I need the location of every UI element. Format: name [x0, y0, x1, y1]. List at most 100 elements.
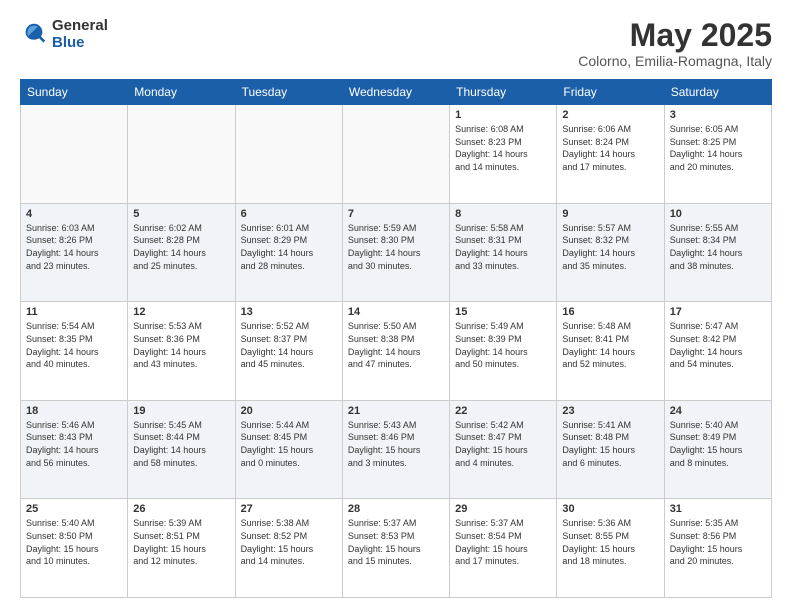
calendar-header-sunday: Sunday [21, 80, 128, 105]
calendar-cell: 16Sunrise: 5:48 AMSunset: 8:41 PMDayligh… [557, 302, 664, 401]
calendar-cell: 5Sunrise: 6:02 AMSunset: 8:28 PMDaylight… [128, 203, 235, 302]
logo: General Blue [20, 18, 108, 51]
calendar-week-row: 25Sunrise: 5:40 AMSunset: 8:50 PMDayligh… [21, 499, 772, 598]
calendar-cell: 22 Sunrise: 5:42 AMSunset: 8:47 PMDayligh… [450, 400, 557, 499]
day-info: Sunrise: 5:36 AMSunset: 8:55 PMDaylight:… [562, 517, 658, 567]
day-number: 19 [133, 405, 229, 417]
calendar-header-monday: Monday [128, 80, 235, 105]
day-number: 20 [241, 405, 337, 417]
day-number: 3 [670, 109, 766, 121]
day-info: Sunrise: 5:38 AMSunset: 8:52 PMDaylight:… [241, 517, 337, 567]
day-info: Sunrise: 6:01 AMSunset: 8:29 PMDaylight:… [241, 222, 337, 272]
day-number: 11 [26, 306, 122, 318]
calendar-cell: 24Sunrise: 5:40 AMSunset: 8:49 PMDayligh… [664, 400, 771, 499]
calendar-cell: 27 Sunrise: 5:38 AMSunset: 8:52 PMDayligh… [235, 499, 342, 598]
day-number: 2 [562, 109, 658, 121]
day-info: Sunrise: 5:46 AMSunset: 8:43 PMDaylight:… [26, 419, 122, 469]
calendar-week-row: 4 Sunrise: 6:03 AMSunset: 8:26 PMDaylight… [21, 203, 772, 302]
day-number: 18 [26, 405, 122, 417]
day-number: 24 [670, 405, 766, 417]
calendar-cell: 13 Sunrise: 5:52 AMSunset: 8:37 PMDayligh… [235, 302, 342, 401]
day-info: Sunrise: 5:37 AMSunset: 8:53 PMDaylight:… [348, 517, 444, 567]
calendar-cell: 12Sunrise: 5:53 AMSunset: 8:36 PMDayligh… [128, 302, 235, 401]
calendar-header-wednesday: Wednesday [342, 80, 449, 105]
day-info: Sunrise: 5:42 AMSunset: 8:47 PMDaylight:… [455, 419, 551, 469]
day-number: 10 [670, 208, 766, 220]
subtitle: Colorno, Emilia-Romagna, Italy [578, 53, 772, 69]
day-number: 27 [241, 503, 337, 515]
day-info: Sunrise: 6:06 AMSunset: 8:24 PMDaylight:… [562, 123, 658, 173]
logo-blue-text: Blue [52, 35, 108, 52]
title-block: May 2025 Colorno, Emilia-Romagna, Italy [578, 18, 772, 69]
day-info: Sunrise: 5:58 AMSunset: 8:31 PMDaylight:… [455, 222, 551, 272]
calendar-cell: 26 Sunrise: 5:39 AMSunset: 8:51 PMDayligh… [128, 499, 235, 598]
day-number: 31 [670, 503, 766, 515]
calendar-cell: 19 Sunrise: 5:45 AMSunset: 8:44 PMDayligh… [128, 400, 235, 499]
day-info: Sunrise: 5:37 AMSunset: 8:54 PMDaylight:… [455, 517, 551, 567]
day-info: Sunrise: 6:03 AMSunset: 8:26 PMDaylight:… [26, 222, 122, 272]
calendar-cell: 11 Sunrise: 5:54 AMSunset: 8:35 PMDayligh… [21, 302, 128, 401]
day-number: 6 [241, 208, 337, 220]
day-info: Sunrise: 5:49 AMSunset: 8:39 PMDaylight:… [455, 320, 551, 370]
day-info: Sunrise: 5:45 AMSunset: 8:44 PMDaylight:… [133, 419, 229, 469]
logo-text: General Blue [52, 18, 108, 51]
day-info: Sunrise: 5:39 AMSunset: 8:51 PMDaylight:… [133, 517, 229, 567]
day-number: 22 [455, 405, 551, 417]
calendar-header-saturday: Saturday [664, 80, 771, 105]
day-number: 30 [562, 503, 658, 515]
day-info: Sunrise: 5:54 AMSunset: 8:35 PMDaylight:… [26, 320, 122, 370]
day-info: Sunrise: 6:05 AMSunset: 8:25 PMDaylight:… [670, 123, 766, 173]
calendar-table: SundayMondayTuesdayWednesdayThursdayFrid… [20, 79, 772, 598]
day-number: 23 [562, 405, 658, 417]
calendar-cell: 17 Sunrise: 5:47 AMSunset: 8:42 PMDayligh… [664, 302, 771, 401]
day-number: 4 [26, 208, 122, 220]
calendar-cell: 7 Sunrise: 5:59 AMSunset: 8:30 PMDaylight… [342, 203, 449, 302]
calendar-cell: 6 Sunrise: 6:01 AMSunset: 8:29 PMDaylight… [235, 203, 342, 302]
day-info: Sunrise: 5:59 AMSunset: 8:30 PMDaylight:… [348, 222, 444, 272]
calendar-cell: 3 Sunrise: 6:05 AMSunset: 8:25 PMDaylight… [664, 105, 771, 204]
day-number: 9 [562, 208, 658, 220]
calendar-cell [21, 105, 128, 204]
calendar-cell: 1Sunrise: 6:08 AMSunset: 8:23 PMDaylight… [450, 105, 557, 204]
calendar-week-row: 18 Sunrise: 5:46 AMSunset: 8:43 PMDayligh… [21, 400, 772, 499]
calendar-cell: 15 Sunrise: 5:49 AMSunset: 8:39 PMDayligh… [450, 302, 557, 401]
calendar-cell: 9 Sunrise: 5:57 AMSunset: 8:32 PMDaylight… [557, 203, 664, 302]
main-title: May 2025 [578, 18, 772, 53]
calendar-cell: 4 Sunrise: 6:03 AMSunset: 8:26 PMDaylight… [21, 203, 128, 302]
day-info: Sunrise: 5:55 AMSunset: 8:34 PMDaylight:… [670, 222, 766, 272]
calendar-week-row: 1Sunrise: 6:08 AMSunset: 8:23 PMDaylight… [21, 105, 772, 204]
day-info: Sunrise: 5:50 AMSunset: 8:38 PMDaylight:… [348, 320, 444, 370]
day-number: 12 [133, 306, 229, 318]
calendar-cell: 25Sunrise: 5:40 AMSunset: 8:50 PMDayligh… [21, 499, 128, 598]
calendar-cell: 14 Sunrise: 5:50 AMSunset: 8:38 PMDayligh… [342, 302, 449, 401]
header: General Blue May 2025 Colorno, Emilia-Ro… [20, 18, 772, 69]
day-number: 7 [348, 208, 444, 220]
day-info: Sunrise: 5:43 AMSunset: 8:46 PMDaylight:… [348, 419, 444, 469]
day-info: Sunrise: 5:47 AMSunset: 8:42 PMDaylight:… [670, 320, 766, 370]
day-number: 29 [455, 503, 551, 515]
calendar-cell: 2 Sunrise: 6:06 AMSunset: 8:24 PMDaylight… [557, 105, 664, 204]
day-number: 15 [455, 306, 551, 318]
day-number: 17 [670, 306, 766, 318]
calendar-cell: 20 Sunrise: 5:44 AMSunset: 8:45 PMDayligh… [235, 400, 342, 499]
day-info: Sunrise: 5:35 AMSunset: 8:56 PMDaylight:… [670, 517, 766, 567]
day-info: Sunrise: 6:08 AMSunset: 8:23 PMDaylight:… [455, 123, 551, 173]
day-number: 8 [455, 208, 551, 220]
day-number: 14 [348, 306, 444, 318]
day-number: 26 [133, 503, 229, 515]
day-info: Sunrise: 5:44 AMSunset: 8:45 PMDaylight:… [241, 419, 337, 469]
day-info: Sunrise: 5:57 AMSunset: 8:32 PMDaylight:… [562, 222, 658, 272]
calendar-header-row: SundayMondayTuesdayWednesdayThursdayFrid… [21, 80, 772, 105]
calendar-cell: 23Sunrise: 5:41 AMSunset: 8:48 PMDayligh… [557, 400, 664, 499]
calendar-cell: 10 Sunrise: 5:55 AMSunset: 8:34 PMDayligh… [664, 203, 771, 302]
logo-general-text: General [52, 18, 108, 35]
calendar-cell [342, 105, 449, 204]
calendar-cell [235, 105, 342, 204]
day-number: 13 [241, 306, 337, 318]
day-number: 21 [348, 405, 444, 417]
day-info: Sunrise: 5:52 AMSunset: 8:37 PMDaylight:… [241, 320, 337, 370]
day-info: Sunrise: 5:48 AMSunset: 8:41 PMDaylight:… [562, 320, 658, 370]
calendar-header-thursday: Thursday [450, 80, 557, 105]
calendar-cell: 31 Sunrise: 5:35 AMSunset: 8:56 PMDayligh… [664, 499, 771, 598]
calendar-cell [128, 105, 235, 204]
